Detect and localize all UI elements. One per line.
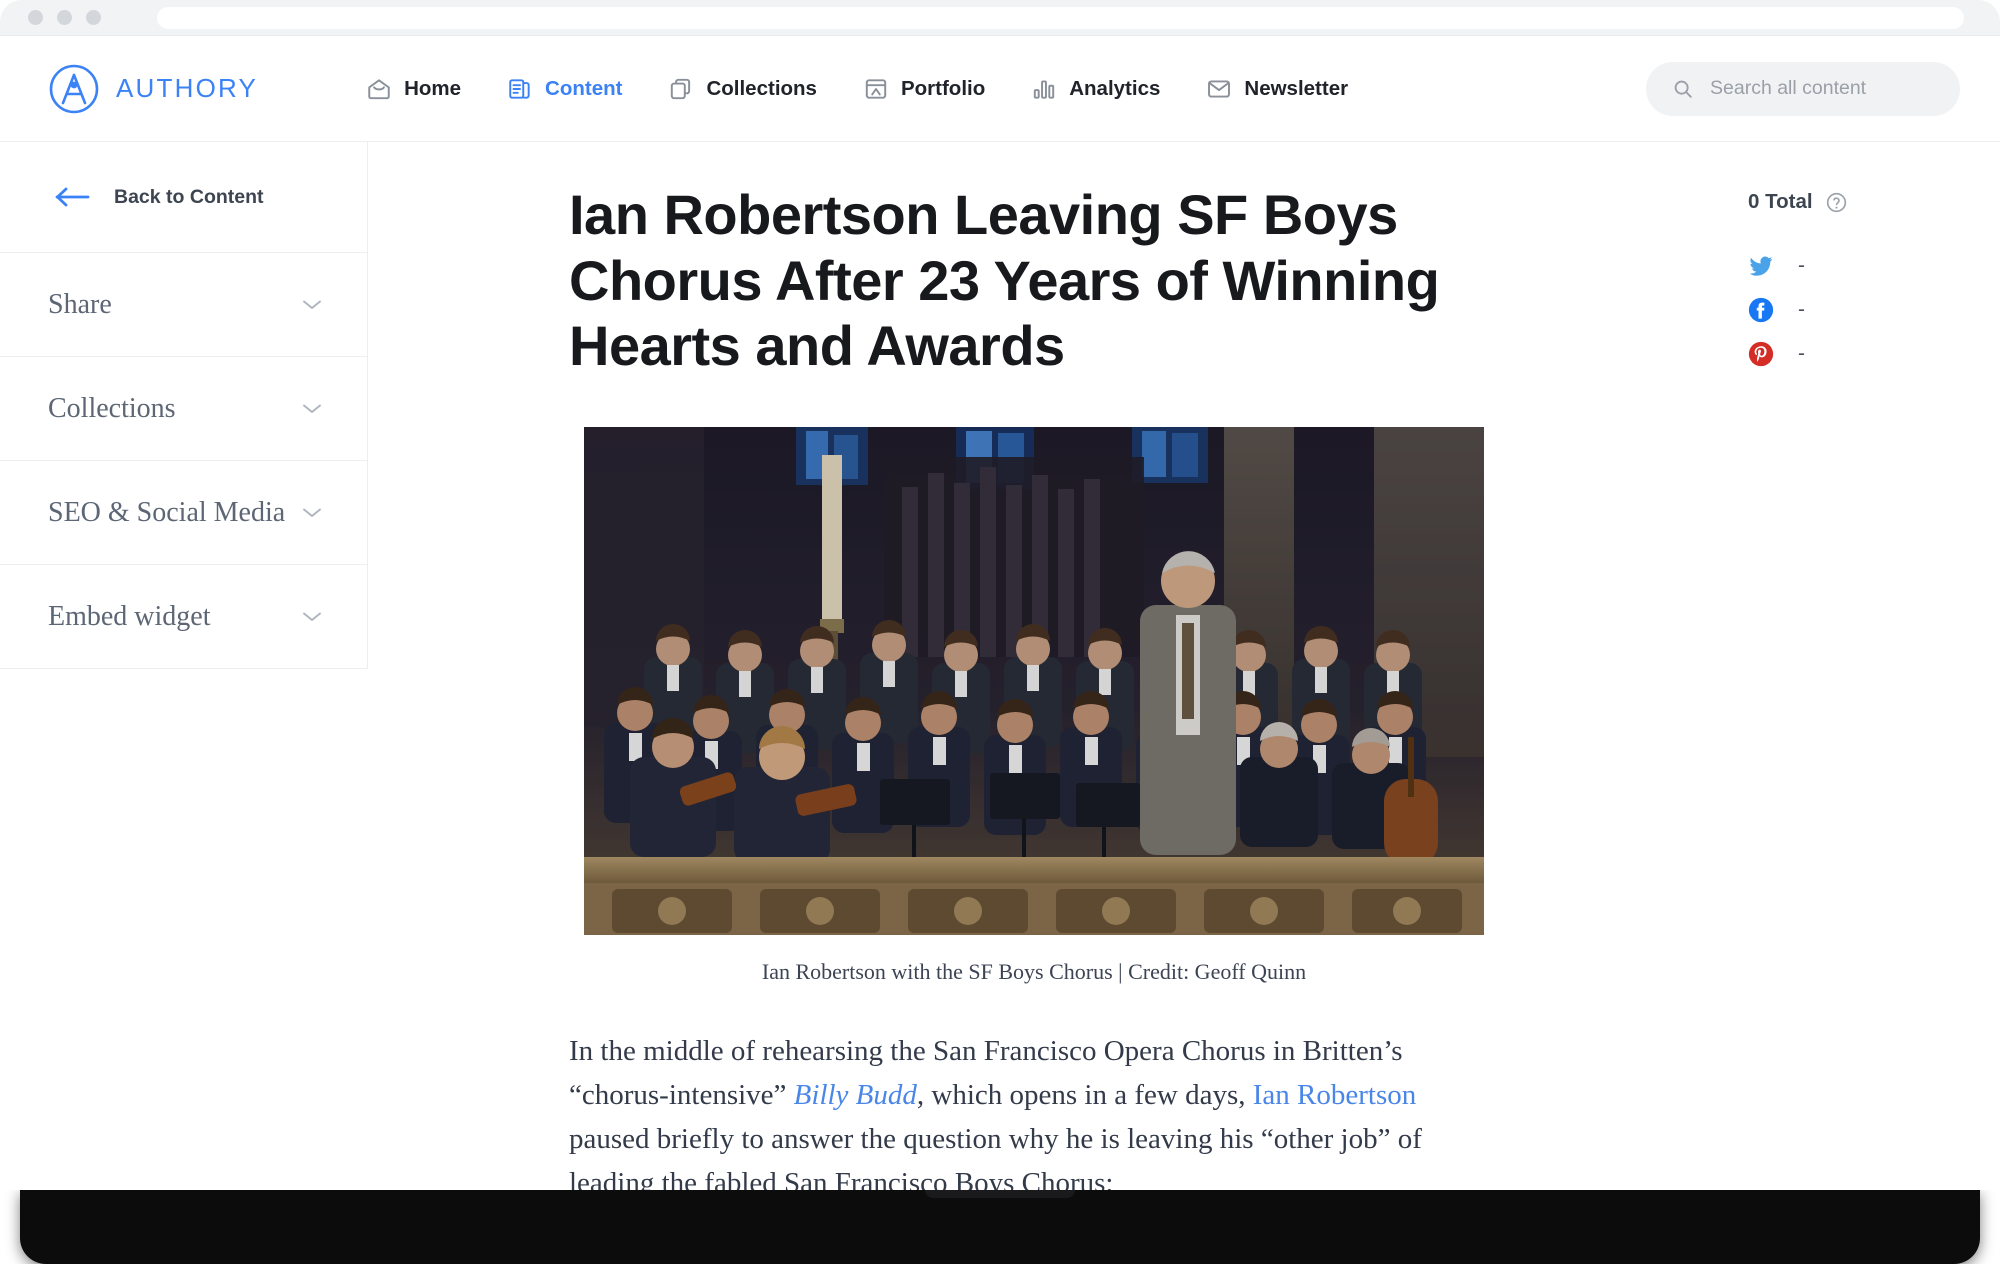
article-image (584, 426, 1484, 935)
share-stat-value: - (1798, 342, 1805, 365)
window-controls (28, 10, 101, 25)
back-to-content-label: Back to Content (114, 185, 264, 208)
share-stat-value: - (1798, 254, 1805, 277)
share-stat-value: - (1798, 298, 1805, 321)
image-caption: Ian Robertson with the SF Boys Chorus | … (761, 958, 1307, 984)
sidebar-section-share[interactable]: Share (0, 253, 367, 357)
analytics-bars-icon (1034, 79, 1055, 99)
share-stat-pinterest: - (1748, 332, 2000, 376)
nav-item-collections[interactable]: Collections (668, 76, 817, 102)
share-total: 0 Total (1748, 190, 2000, 214)
sidebar: Back to Content Share Collections SEO & … (0, 142, 368, 669)
newsletter-mail-icon (1208, 79, 1231, 98)
sidebar-section-label: SEO & Social Media (48, 496, 286, 528)
sidebar-section-embed-widget[interactable]: Embed widget (0, 565, 367, 669)
chevron-down-icon (303, 508, 321, 517)
search-placeholder: Search all content (1710, 77, 1867, 99)
search-input[interactable]: Search all content (1646, 61, 1960, 116)
chevron-down-icon (303, 612, 321, 621)
article: Ian Robertson Leaving SF Boys Chorus Aft… (368, 142, 1700, 1190)
sidebar-section-label: Collections (48, 392, 176, 424)
page-title: Ian Robertson Leaving SF Boys Chorus Aft… (569, 183, 1440, 378)
nav-label-collections: Collections (706, 76, 817, 100)
brand-logo[interactable]: AUTHORY (48, 63, 258, 115)
minimize-window-button[interactable] (57, 10, 72, 25)
portfolio-layout-icon (865, 78, 887, 99)
sidebar-section-label: Embed widget (48, 600, 211, 632)
chevron-down-icon (303, 300, 321, 309)
arrow-left-icon (55, 187, 90, 207)
link-ian-robertson[interactable]: Ian Robertson (1253, 1079, 1417, 1111)
app-header: AUTHORY Home Content Collections Portfol… (0, 36, 2000, 142)
share-stat-twitter: - (1748, 244, 2000, 288)
sidebar-section-seo-social-media[interactable]: SEO & Social Media (0, 461, 367, 565)
article-paragraph: In the middle of rehearsing the San Fran… (569, 1029, 1499, 1190)
question-mark-circle-icon[interactable] (1825, 191, 1848, 214)
share-stats-panel: 0 Total - - - (1700, 142, 2000, 376)
nav-label-newsletter: Newsletter (1244, 76, 1349, 100)
paragraph-text-2: , which opens in a few days, (916, 1078, 1253, 1111)
main-navigation: Home Content Collections Portfolio Analy… (366, 76, 1348, 102)
close-window-button[interactable] (28, 10, 43, 25)
nav-label-analytics: Analytics (1069, 76, 1161, 100)
share-total-label: 0 Total (1748, 190, 1813, 213)
article-figure: Ian Robertson with the SF Boys Chorus | … (569, 426, 1499, 985)
nav-item-content[interactable]: Content (507, 76, 622, 102)
nav-label-content: Content (545, 76, 623, 100)
pinterest-icon[interactable] (1748, 341, 1774, 367)
nav-label-home: Home (404, 76, 462, 100)
paragraph-text-3: paused briefly to answer the question wh… (569, 1122, 1422, 1190)
browser-window: AUTHORY Home Content Collections Portfol… (0, 0, 2000, 1190)
main-area: Back to Content Share Collections SEO & … (0, 142, 2000, 1190)
back-to-content-button[interactable]: Back to Content (0, 142, 367, 253)
address-bar[interactable] (157, 6, 1964, 29)
link-billy-budd[interactable]: Billy Budd (794, 1079, 917, 1111)
sidebar-section-collections[interactable]: Collections (0, 357, 367, 461)
search-icon (1674, 80, 1692, 98)
chorus-photo (584, 426, 1484, 935)
nav-item-portfolio[interactable]: Portfolio (863, 76, 985, 102)
screen: AUTHORY Home Content Collections Portfol… (0, 0, 2000, 1264)
nav-label-portfolio: Portfolio (900, 76, 986, 100)
share-stat-facebook: - (1748, 288, 2000, 332)
facebook-icon[interactable] (1748, 297, 1774, 323)
collections-copy-icon (671, 78, 691, 99)
authory-logo-icon (49, 64, 99, 113)
maximize-window-button[interactable] (86, 10, 101, 25)
home-envelope-icon (368, 78, 390, 99)
nav-item-home[interactable]: Home (366, 76, 461, 102)
content-document-icon (509, 78, 530, 99)
nav-item-analytics[interactable]: Analytics (1031, 76, 1160, 102)
chevron-down-icon (303, 404, 321, 413)
nav-item-newsletter[interactable]: Newsletter (1206, 76, 1348, 102)
twitter-icon[interactable] (1748, 253, 1774, 279)
sidebar-section-label: Share (48, 288, 112, 320)
laptop-base (20, 1190, 1980, 1264)
brand-name: AUTHORY (116, 73, 259, 103)
browser-chrome (0, 0, 2000, 36)
